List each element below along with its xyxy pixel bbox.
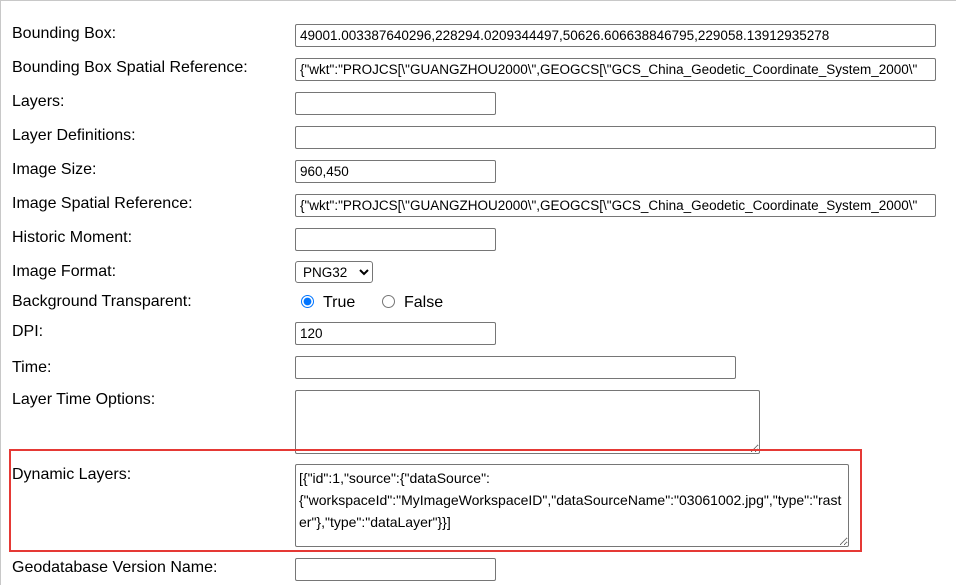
layers-input[interactable] bbox=[295, 92, 496, 115]
geodatabase-version-label: Geodatabase Version Name: bbox=[12, 559, 218, 576]
image-size-input[interactable] bbox=[295, 160, 496, 183]
background-transparent-true-radio[interactable] bbox=[301, 295, 314, 308]
image-spatial-reference-label: Image Spatial Reference: bbox=[12, 195, 193, 212]
geodatabase-version-input[interactable] bbox=[295, 558, 496, 581]
background-transparent-label: Background Transparent: bbox=[12, 293, 192, 310]
dynamic-layers-textarea[interactable]: [{"id":1,"source":{"dataSource":{"worksp… bbox=[295, 464, 849, 547]
layer-definitions-input[interactable] bbox=[295, 126, 936, 149]
image-format-select[interactable]: PNG32 bbox=[295, 261, 373, 283]
dpi-label: DPI: bbox=[12, 323, 44, 340]
bounding-box-input[interactable] bbox=[295, 24, 936, 47]
layer-time-options-label: Layer Time Options: bbox=[12, 391, 156, 408]
image-spatial-reference-input[interactable] bbox=[295, 194, 936, 217]
bbox-spatial-reference-input[interactable] bbox=[295, 58, 936, 81]
background-transparent-true-label: True bbox=[323, 294, 356, 311]
background-transparent-false-label: False bbox=[404, 294, 444, 311]
background-transparent-false-radio[interactable] bbox=[382, 295, 395, 308]
historic-moment-label: Historic Moment: bbox=[12, 229, 133, 246]
image-format-label: Image Format: bbox=[12, 263, 117, 280]
time-input[interactable] bbox=[295, 356, 736, 379]
bbox-spatial-reference-label: Bounding Box Spatial Reference: bbox=[12, 59, 248, 76]
export-map-form: Bounding Box: Bounding Box Spatial Refer… bbox=[0, 0, 956, 585]
layers-label: Layers: bbox=[12, 93, 65, 110]
image-size-label: Image Size: bbox=[12, 161, 97, 178]
bounding-box-label: Bounding Box: bbox=[12, 25, 117, 42]
dpi-input[interactable] bbox=[295, 322, 496, 345]
time-label: Time: bbox=[12, 359, 52, 376]
layer-time-options-textarea[interactable] bbox=[295, 390, 760, 454]
historic-moment-input[interactable] bbox=[295, 228, 496, 251]
dynamic-layers-label: Dynamic Layers: bbox=[12, 466, 132, 483]
layer-definitions-label: Layer Definitions: bbox=[12, 127, 136, 144]
